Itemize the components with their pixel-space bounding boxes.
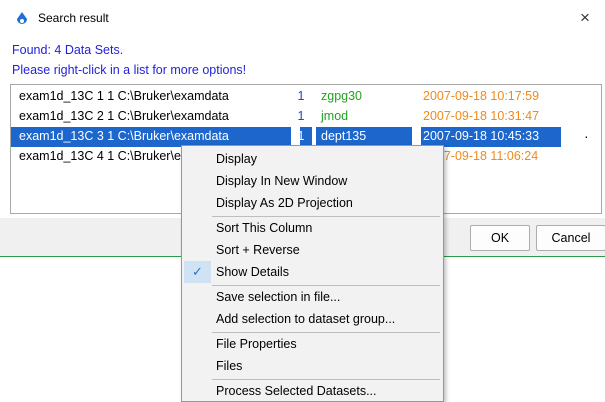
dataset-name: exam1d_13C 1 1 C:\Bruker\examdata (19, 89, 229, 103)
menu-item-label: Sort This Column (216, 221, 313, 235)
list-row-selected[interactable]: exam1d_13C 3 1 C:\Bruker\examdata 1 dept… (11, 127, 601, 147)
pulse-program: zgpg30 (321, 89, 363, 103)
acquisition-date: 2007-09-18 10:31:47 (423, 109, 540, 123)
pulse-program: dept135 (321, 129, 367, 143)
menu-item-label: Save selection in file... (216, 290, 341, 304)
window-title: Search result (38, 11, 109, 25)
acquisition-date: 2007-09-18 10:45:33 (423, 129, 540, 143)
pulse-program: jmod (321, 109, 349, 123)
cancel-button[interactable]: Cancel (536, 225, 605, 251)
dataset-name: exam1d_13C 3 1 C:\Bruker\examdata (19, 129, 229, 143)
found-message: Found: 4 Data Sets. (12, 43, 124, 57)
menu-item-sort-column[interactable]: Sort This Column (182, 217, 443, 239)
app-icon (14, 11, 30, 27)
dataset-number: 1 (297, 109, 305, 123)
menu-item-display[interactable]: Display (182, 148, 443, 170)
menu-item-label: Display In New Window (216, 174, 348, 188)
menu-item-process-datasets[interactable]: Process Selected Datasets... (182, 380, 443, 402)
menu-item-label: Files (216, 359, 243, 373)
dataset-number: 1 (297, 129, 305, 143)
list-row[interactable]: exam1d_13C 1 1 C:\Bruker\examdata 1 zgpg… (11, 87, 601, 107)
menu-item-display-new-window[interactable]: Display In New Window (182, 170, 443, 192)
menu-item-label: Add selection to dataset group... (216, 312, 396, 326)
menu-item-display-2d-projection[interactable]: Display As 2D Projection (182, 192, 443, 214)
title-bar: Search result × (0, 0, 605, 38)
list-row[interactable]: exam1d_13C 2 1 C:\Bruker\examdata 1 jmod… (11, 107, 601, 127)
menu-item-label: Process Selected Datasets... (216, 384, 377, 398)
menu-item-add-to-group[interactable]: Add selection to dataset group... (182, 308, 443, 330)
menu-item-label: Sort + Reverse (216, 243, 300, 257)
menu-item-label: Display As 2D Projection (216, 196, 353, 210)
menu-item-sort-reverse[interactable]: Sort + Reverse (182, 239, 443, 261)
close-icon[interactable]: × (580, 8, 590, 28)
menu-item-file-properties[interactable]: File Properties (182, 333, 443, 355)
hint-message: Please right-click in a list for more op… (12, 63, 247, 77)
menu-item-save-selection[interactable]: Save selection in file... (182, 286, 443, 308)
dot-marker: · (584, 128, 589, 144)
checkmark-icon: ✓ (192, 264, 203, 279)
dataset-number: 1 (297, 89, 305, 103)
menu-item-show-details[interactable]: ✓ Show Details (182, 261, 443, 283)
acquisition-date: 2007-09-18 10:17:59 (423, 89, 540, 103)
dataset-name: exam1d_13C 2 1 C:\Bruker\examdata (19, 109, 229, 123)
menu-item-label: File Properties (216, 337, 297, 351)
menu-item-files[interactable]: Files (182, 355, 443, 377)
ok-button[interactable]: OK (470, 225, 530, 251)
menu-item-label: Display (216, 152, 257, 166)
context-menu: Display Display In New Window Display As… (181, 145, 444, 402)
menu-item-label: Show Details (216, 265, 289, 279)
